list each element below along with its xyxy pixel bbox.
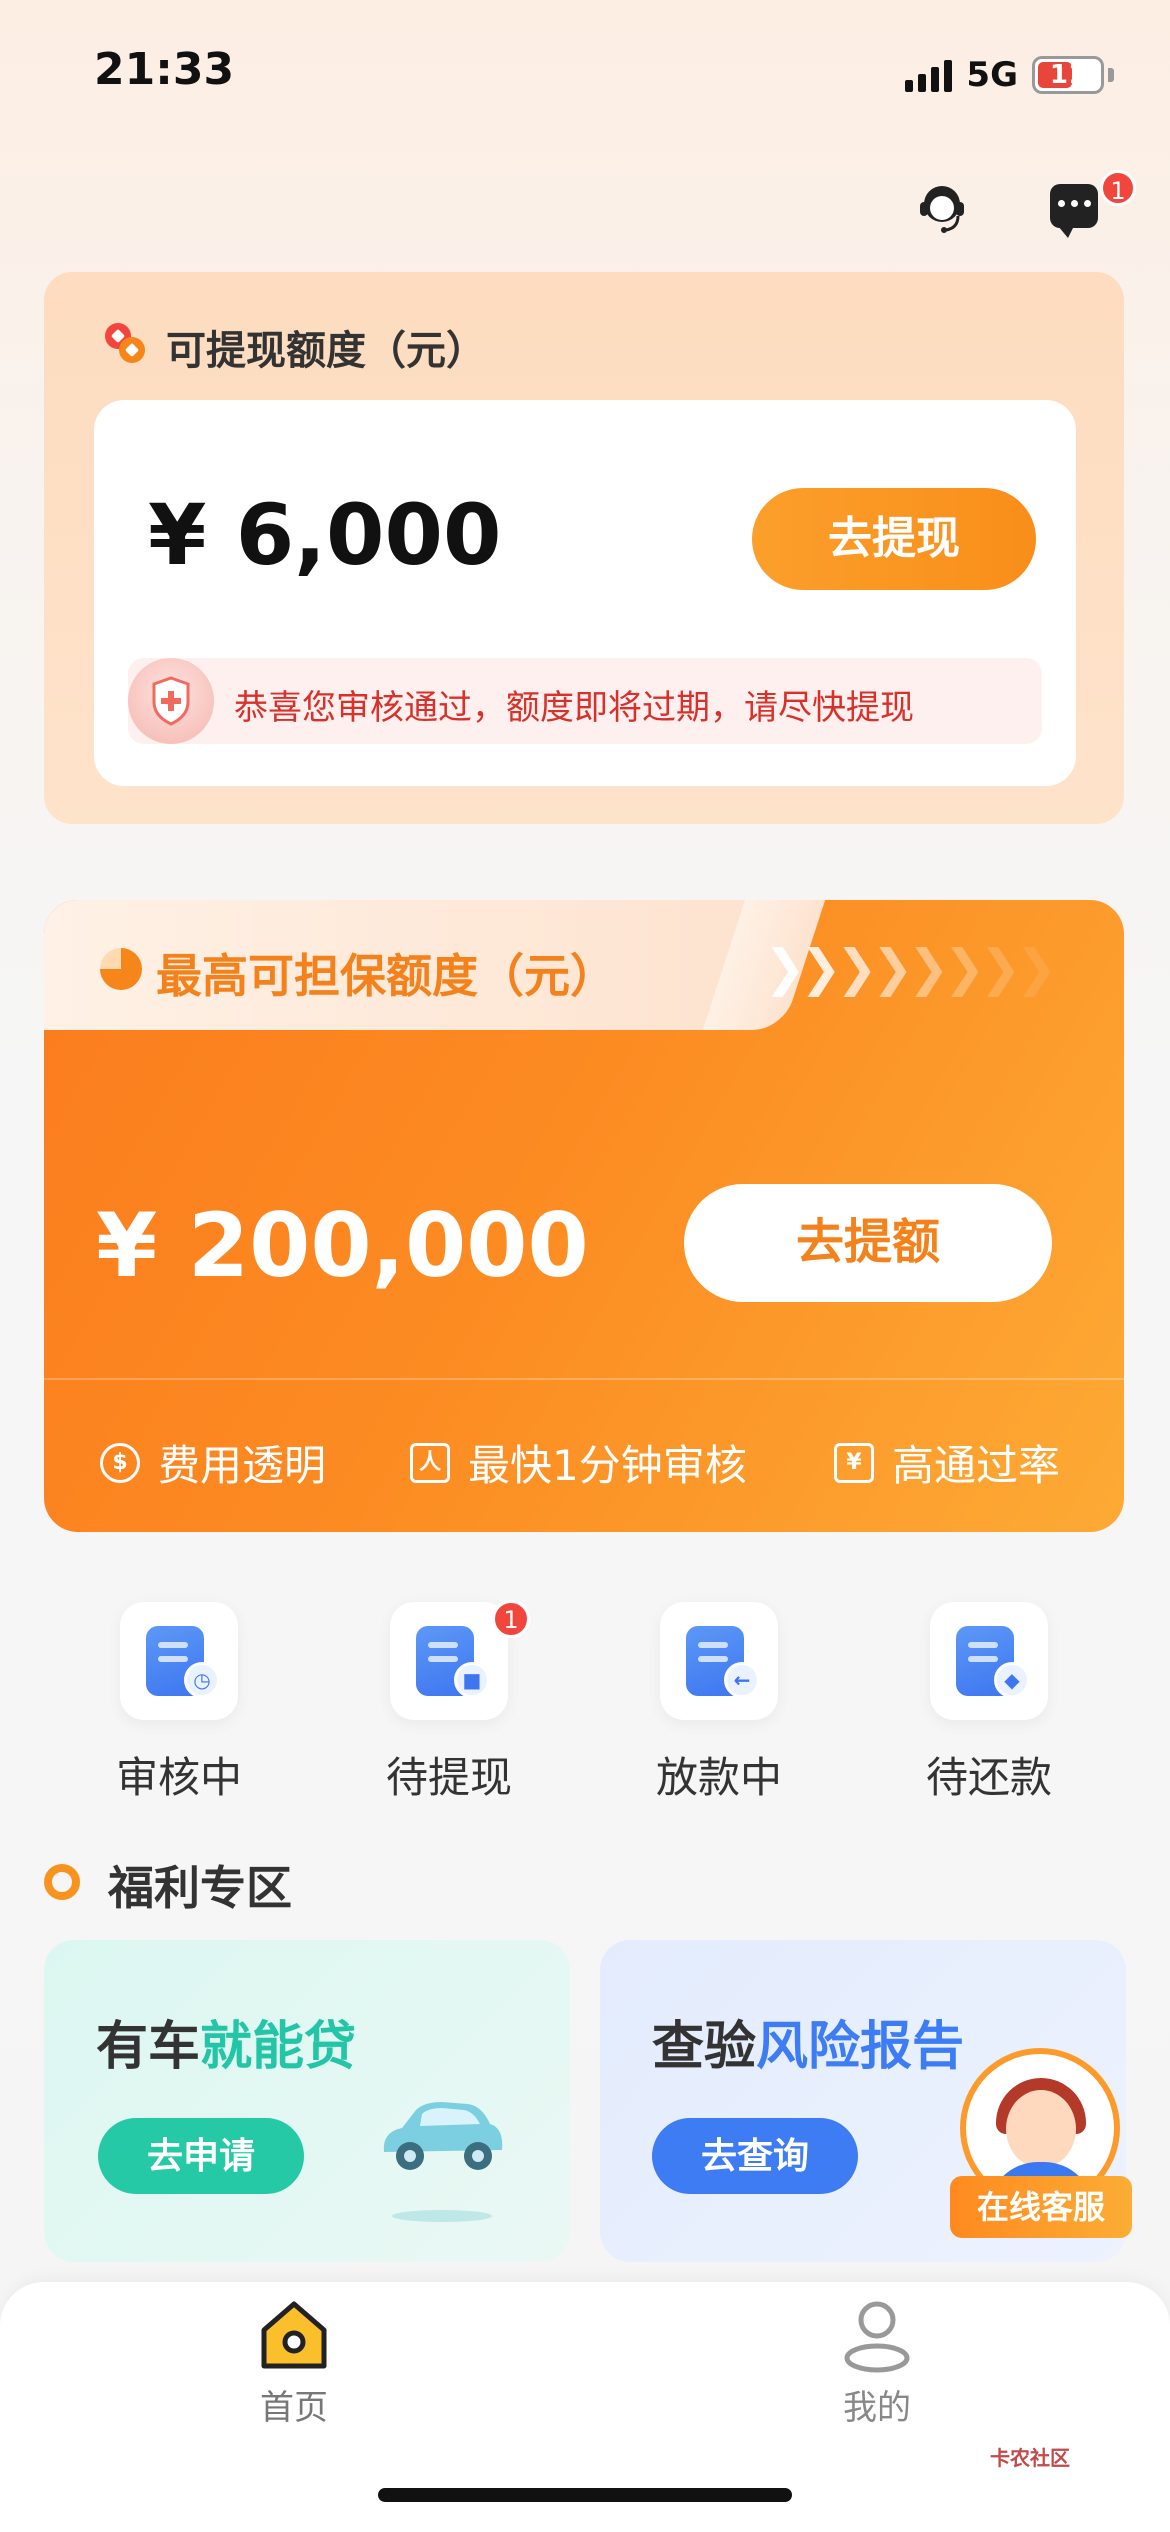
apply-button[interactable]: 去申请 xyxy=(98,2118,304,2194)
withdraw-button[interactable]: 去提现 xyxy=(752,488,1036,590)
feature-label: 费用透明 xyxy=(158,1441,327,1490)
pie-chart-icon xyxy=(100,948,142,990)
dollar-icon: $ xyxy=(100,1442,140,1483)
yuan-icon: ¥ xyxy=(834,1442,874,1483)
coins-icon xyxy=(105,323,145,363)
network-type: 5G xyxy=(966,55,1018,95)
withdraw-amount: ¥ 6,000 xyxy=(148,486,502,584)
tab-me[interactable]: 我的 xyxy=(797,2380,957,2429)
withdraw-card-title: 可提现额度（元） xyxy=(166,328,486,374)
status-pending-repay-icon[interactable]: ◆ xyxy=(930,1602,1048,1720)
tab-home[interactable]: 首页 xyxy=(214,2380,374,2429)
feature-label: 最快1分钟审核 xyxy=(468,1441,747,1490)
feature-fast-review: 人 最快1分钟审核 xyxy=(410,1432,747,1493)
watermark: 卡农社区 xyxy=(990,2446,1070,2470)
home-icon[interactable] xyxy=(256,2296,332,2372)
feature-label: 高通过率 xyxy=(892,1441,1061,1490)
welfare-section-title: 福利专区 xyxy=(108,1861,292,1915)
online-service-button[interactable]: 在线客服 xyxy=(950,2176,1132,2238)
guarantee-amount: ¥ 200,000 xyxy=(96,1194,589,1297)
battery-icon: 11 xyxy=(1032,56,1104,94)
message-badge: 1 xyxy=(1100,170,1136,206)
expiry-notice-text: 恭喜您审核通过，额度即将过期，请尽快提现 xyxy=(234,688,914,728)
car-shadow xyxy=(392,2210,492,2222)
status-pending-repay-label[interactable]: 待还款 xyxy=(889,1744,1089,1805)
battery-cap xyxy=(1108,68,1114,82)
status-pending-withdraw-icon[interactable]: ■ xyxy=(390,1602,508,1720)
status-disbursing-icon[interactable]: ← xyxy=(660,1602,778,1720)
message-icon[interactable] xyxy=(1050,184,1098,238)
status-reviewing-icon[interactable]: ◷ xyxy=(120,1602,238,1720)
feature-transparent-fees: $ 费用透明 xyxy=(100,1432,326,1493)
signal-icon xyxy=(905,58,953,92)
status-time: 21:33 xyxy=(94,44,235,95)
user-icon: 人 xyxy=(410,1442,450,1483)
feature-high-approval: ¥ 高通过率 xyxy=(834,1432,1060,1493)
chevron-decoration-icon: ❯ ❯ ❯ ❯ ❯ ❯ ❯ ❯ xyxy=(764,939,1057,997)
status-reviewing-label[interactable]: 审核中 xyxy=(79,1744,279,1805)
query-button[interactable]: 去查询 xyxy=(652,2118,858,2194)
home-indicator[interactable] xyxy=(378,2488,792,2502)
shield-icon xyxy=(128,658,214,744)
status-pending-withdraw-label[interactable]: 待提现 xyxy=(349,1744,549,1805)
pending-withdraw-badge: 1 xyxy=(492,1600,530,1638)
status-indicators: 5G 11 xyxy=(905,50,1114,100)
customer-service-icon[interactable] xyxy=(912,178,972,238)
section-dot-icon xyxy=(44,1864,80,1900)
car-loan-title: 有车就能贷 xyxy=(96,2017,357,2077)
car-icon xyxy=(383,2102,503,2170)
guarantee-card-divider xyxy=(44,1378,1124,1380)
raise-limit-button[interactable]: 去提额 xyxy=(684,1184,1052,1302)
status-disbursing-label[interactable]: 放款中 xyxy=(619,1744,819,1805)
profile-icon[interactable] xyxy=(838,2296,916,2374)
risk-report-title: 查验风险报告 xyxy=(652,2017,965,2077)
guarantee-card-title: 最高可担保额度（元） xyxy=(156,949,616,1003)
battery-level: 11 xyxy=(1049,60,1087,90)
